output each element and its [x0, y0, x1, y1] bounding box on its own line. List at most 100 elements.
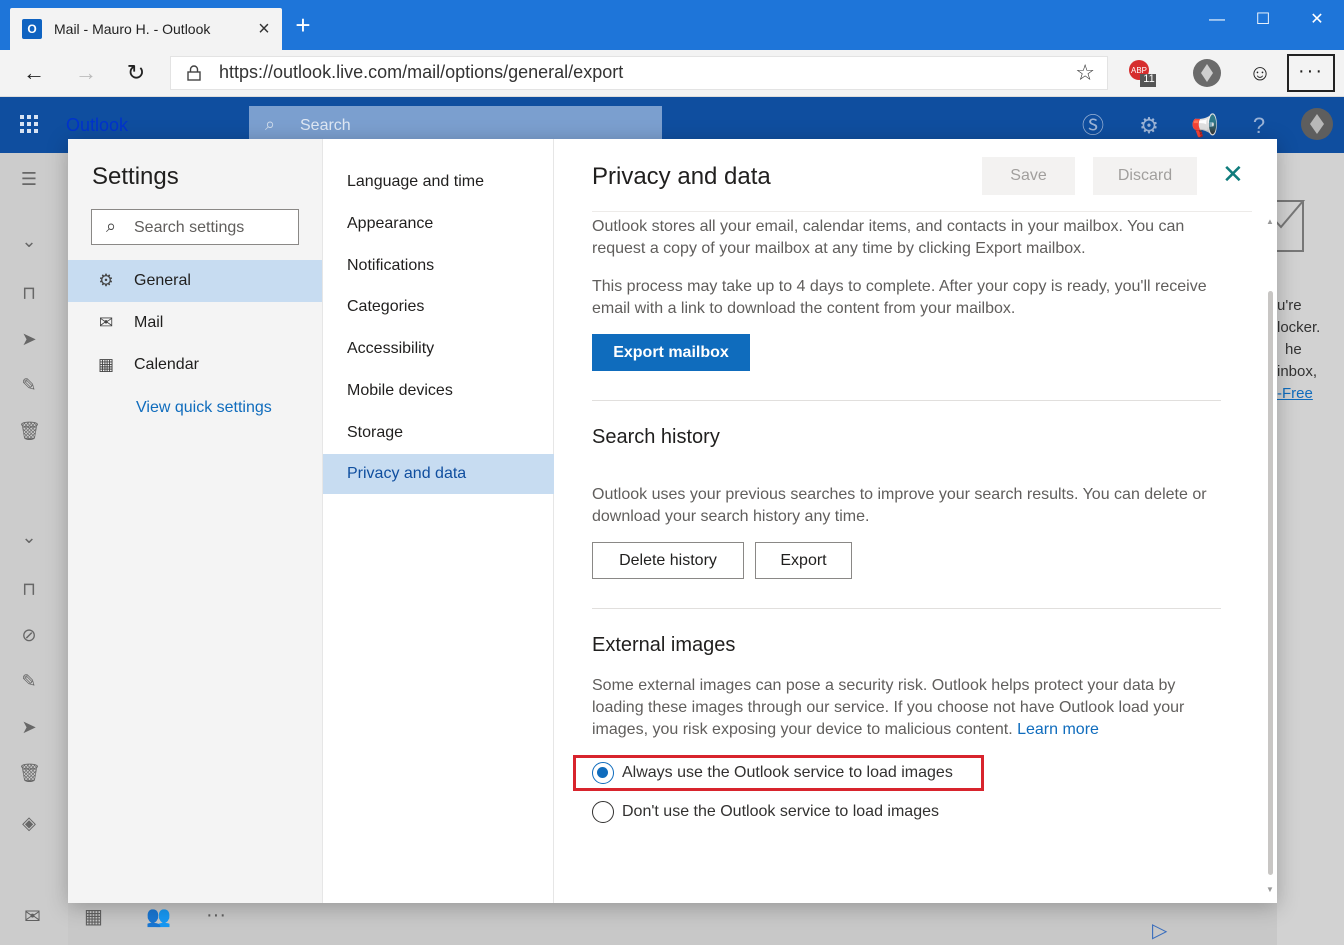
- tab-close-icon[interactable]: ×: [250, 18, 278, 41]
- browser-tabstrip: O Mail - Mauro H. - Outlook × + — ☐ ✕: [0, 0, 1344, 50]
- category-label: General: [134, 272, 191, 289]
- adblock-extension-icon[interactable]: ABP 11: [1126, 57, 1158, 89]
- more-apps-icon[interactable]: ···: [206, 904, 226, 927]
- subcategory-language-and-time[interactable]: Language and time: [323, 162, 554, 202]
- inbox-icon[interactable]: ⊓: [18, 579, 40, 600]
- scroll-up-arrow-icon[interactable]: ▲: [1266, 217, 1274, 226]
- learn-more-link[interactable]: Learn more: [1017, 721, 1099, 738]
- pane-title: Privacy and data: [592, 163, 771, 190]
- delete-history-button[interactable]: Delete history: [592, 542, 744, 579]
- pane-scrollbar[interactable]: ▲ ▼: [1266, 217, 1274, 897]
- radio-dont-use-service[interactable]: Don't use the Outlook service to load im…: [592, 797, 939, 827]
- settings-detail-pane: Privacy and data Save Discard ✕ Outlook …: [554, 139, 1277, 903]
- radio-button-unchecked[interactable]: [592, 801, 614, 823]
- settings-title: Settings: [92, 163, 179, 190]
- gear-icon[interactable]: ⚙: [1134, 111, 1164, 141]
- skype-icon[interactable]: Ⓢ: [1078, 111, 1108, 141]
- profile-avatar-icon[interactable]: [1191, 57, 1223, 89]
- radio-button-checked[interactable]: [592, 762, 614, 784]
- outlook-brand[interactable]: Outlook: [66, 115, 128, 136]
- category-mail[interactable]: ✉ Mail: [68, 302, 322, 344]
- background-link[interactable]: -Free: [1277, 385, 1313, 402]
- view-quick-settings-link[interactable]: View quick settings: [136, 399, 272, 417]
- account-avatar-icon[interactable]: [1300, 107, 1334, 141]
- diamond-icon[interactable]: ◈: [18, 813, 40, 834]
- export-history-button[interactable]: Export: [755, 542, 852, 579]
- mail-icon: ✉: [98, 313, 114, 332]
- maximize-icon[interactable]: ☐: [1240, 6, 1286, 36]
- background-text-line: he: [1285, 341, 1302, 358]
- search-history-description: Outlook uses your previous searches to i…: [592, 486, 1207, 525]
- background-text-line: u're: [1277, 297, 1302, 314]
- inbox-icon[interactable]: ⊓: [18, 283, 40, 304]
- mail-icon[interactable]: ✉: [24, 904, 41, 929]
- scroll-down-arrow-icon[interactable]: ▼: [1266, 885, 1274, 894]
- discard-button[interactable]: Discard: [1093, 157, 1197, 195]
- refresh-icon[interactable]: ↻: [118, 56, 154, 90]
- tab-title: Mail - Mauro H. - Outlook: [54, 21, 211, 37]
- address-bar[interactable]: https://outlook.live.com/mail/options/ge…: [170, 56, 1108, 90]
- left-nav-rail: ☰ ⌄ ⊓ ➤ ✎ 🗑 ⌄ ⊓ ⊘ ✎ ➤ 🗑 ◈: [0, 153, 68, 945]
- chevron-down-icon[interactable]: ⌄: [18, 231, 40, 252]
- people-icon[interactable]: 👥: [146, 904, 171, 929]
- external-images-description: Some external images can pose a security…: [592, 675, 1217, 741]
- app-launcher-icon[interactable]: [20, 115, 38, 133]
- subcategory-notifications[interactable]: Notifications: [323, 246, 554, 286]
- envelope-illustration-icon: [1277, 200, 1306, 252]
- category-general[interactable]: ⚙ General: [68, 260, 322, 302]
- minimize-icon[interactable]: —: [1194, 6, 1240, 36]
- forward-arrow-icon[interactable]: →: [68, 56, 104, 90]
- close-icon[interactable]: ✕: [1222, 159, 1244, 190]
- settings-subcategories-column: Language and time Appearance Notificatio…: [322, 139, 554, 903]
- browser-tab[interactable]: O Mail - Mauro H. - Outlook ×: [10, 8, 282, 50]
- radio-label: Always use the Outlook service to load i…: [622, 764, 953, 781]
- extension-badge: 11: [1143, 73, 1155, 85]
- help-icon[interactable]: ?: [1244, 111, 1274, 141]
- settings-search-input[interactable]: ⌕ Search settings: [91, 209, 299, 245]
- window-close-icon[interactable]: ✕: [1294, 6, 1340, 36]
- radio-always-use-service[interactable]: Always use the Outlook service to load i…: [592, 758, 953, 788]
- background-text-line: inbox,: [1277, 363, 1318, 380]
- search-icon: ⌕: [106, 216, 117, 236]
- hamburger-icon[interactable]: ☰: [18, 169, 40, 190]
- trash-icon[interactable]: 🗑: [18, 763, 41, 784]
- new-tab-plus-icon[interactable]: +: [290, 12, 316, 40]
- browser-more-icon[interactable]: ···: [1287, 54, 1335, 92]
- category-calendar[interactable]: ▦ Calendar: [68, 344, 322, 386]
- block-icon[interactable]: ⊘: [18, 625, 40, 646]
- scroll-thumb[interactable]: [1268, 291, 1273, 875]
- settings-categories-column: Settings ⌕ Search settings ⚙ General ✉ M…: [68, 139, 322, 903]
- divider: [592, 608, 1221, 609]
- radio-label: Don't use the Outlook service to load im…: [622, 803, 939, 820]
- subcategory-mobile-devices[interactable]: Mobile devices: [323, 371, 554, 411]
- outlook-search-placeholder: Search: [300, 117, 351, 134]
- browser-toolbar: ← → ↻ https://outlook.live.com/mail/opti…: [0, 50, 1344, 97]
- save-button[interactable]: Save: [982, 157, 1075, 195]
- export-description: Outlook stores all your email, calendar …: [592, 218, 1185, 257]
- outlook-favicon-icon: O: [22, 19, 42, 39]
- send-icon[interactable]: ➤: [18, 717, 40, 738]
- gear-icon: ⚙: [98, 271, 114, 290]
- export-process-note: This process may take up to 4 days to co…: [592, 278, 1207, 317]
- smiley-feedback-icon[interactable]: ☺: [1242, 56, 1278, 90]
- subcategory-privacy-and-data[interactable]: Privacy and data: [323, 454, 554, 494]
- megaphone-icon[interactable]: 📢: [1190, 111, 1220, 141]
- pencil-icon[interactable]: ✎: [18, 375, 40, 396]
- trash-icon[interactable]: 🗑: [18, 421, 41, 442]
- category-label: Mail: [134, 314, 164, 331]
- calendar-icon[interactable]: ▦: [84, 904, 103, 929]
- search-history-title: Search history: [592, 426, 720, 448]
- subcategory-accessibility[interactable]: Accessibility: [323, 329, 554, 369]
- favorite-star-icon[interactable]: ☆: [1075, 60, 1095, 86]
- export-mailbox-button[interactable]: Export mailbox: [592, 334, 750, 371]
- settings-dialog: Settings ⌕ Search settings ⚙ General ✉ M…: [68, 139, 1277, 903]
- chevron-down-icon[interactable]: ⌄: [18, 527, 40, 548]
- subcategory-categories[interactable]: Categories: [323, 287, 554, 327]
- send-feedback-icon[interactable]: ▷: [1152, 918, 1167, 943]
- send-icon[interactable]: ➤: [18, 329, 40, 350]
- subcategory-storage[interactable]: Storage: [323, 413, 554, 453]
- url-text: https://outlook.live.com/mail/options/ge…: [219, 62, 624, 82]
- pencil-icon[interactable]: ✎: [18, 671, 40, 692]
- back-arrow-icon[interactable]: ←: [16, 56, 52, 90]
- subcategory-appearance[interactable]: Appearance: [323, 204, 554, 244]
